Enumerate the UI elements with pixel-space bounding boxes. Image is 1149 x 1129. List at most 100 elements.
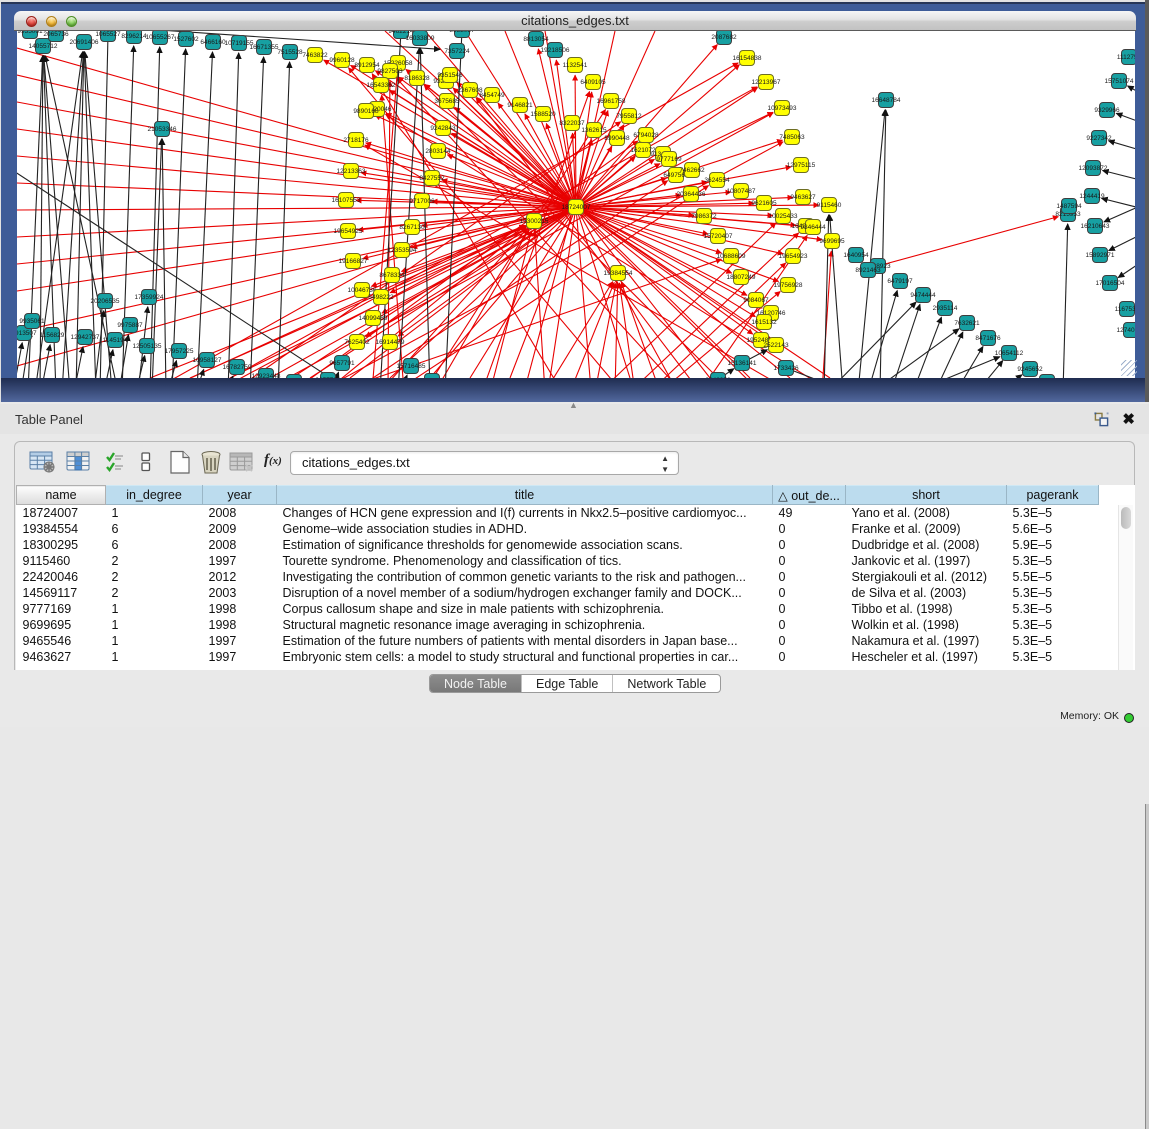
svg-text:9245652: 9245652: [1017, 366, 1043, 373]
svg-text:10807487: 10807487: [727, 188, 756, 195]
svg-text:7515528: 7515528: [277, 49, 303, 56]
svg-text:8267130: 8267130: [399, 224, 425, 231]
svg-text:9657791: 9657791: [329, 360, 355, 367]
svg-text:9935061: 9935061: [19, 318, 45, 325]
svg-text:19384554: 19384554: [604, 270, 633, 277]
svg-text:7463822: 7463822: [302, 52, 328, 59]
svg-text:8990448: 8990448: [604, 135, 630, 142]
svg-text:9146821: 9146821: [507, 102, 533, 109]
svg-text:1167533: 1167533: [1115, 306, 1135, 313]
svg-text:16033809: 16033809: [406, 35, 435, 42]
svg-text:1640954: 1640954: [843, 252, 869, 259]
svg-text:18807249: 18807249: [727, 274, 756, 281]
svg-text:9329966: 9329966: [1094, 107, 1120, 114]
svg-text:12213363: 12213363: [337, 168, 366, 175]
svg-text:1065527: 1065527: [95, 31, 121, 38]
svg-text:20206535: 20206535: [91, 298, 120, 305]
svg-text:12975115: 12975115: [787, 162, 816, 169]
svg-text:2718176: 2718176: [343, 137, 369, 144]
svg-text:2087682: 2087682: [711, 34, 737, 41]
svg-text:7986372: 7986372: [691, 213, 717, 220]
svg-text:9960128: 9960128: [329, 57, 355, 64]
svg-text:9935061: 9935061: [17, 31, 43, 35]
svg-text:3913507: 3913507: [17, 330, 37, 337]
svg-text:10688609: 10688609: [717, 253, 746, 260]
svg-text:9657791: 9657791: [315, 377, 341, 378]
svg-text:8921463: 8921463: [855, 267, 881, 274]
svg-text:21053346: 21053346: [148, 126, 177, 133]
svg-text:20364436: 20364436: [677, 191, 706, 198]
svg-text:17016504: 17016504: [1096, 280, 1125, 287]
svg-text:19654925: 19654925: [334, 228, 363, 235]
svg-text:15716485: 15716485: [397, 363, 426, 370]
svg-text:1145194: 1145194: [103, 337, 128, 344]
svg-text:9351546: 9351546: [437, 72, 463, 79]
svg-text:16543362: 16543362: [367, 82, 396, 89]
svg-text:16107553: 16107553: [332, 197, 361, 204]
svg-text:19218506: 19218506: [541, 47, 570, 54]
svg-text:6466160: 6466160: [200, 39, 226, 46]
svg-text:7485063: 7485063: [779, 134, 805, 141]
svg-text:8186328: 8186328: [404, 75, 430, 82]
svg-text:18724007: 18724007: [562, 204, 591, 211]
svg-text:16914479: 16914479: [376, 339, 405, 346]
svg-text:1527602: 1527602: [173, 36, 199, 43]
svg-text:15751074: 15751074: [1105, 78, 1134, 85]
svg-text:5498222: 5498222: [368, 294, 394, 301]
svg-text:9084067: 9084067: [743, 297, 769, 304]
svg-text:9777169: 9777169: [656, 156, 682, 163]
svg-text:12213967: 12213967: [752, 79, 781, 86]
svg-text:10654112: 10654112: [995, 350, 1024, 357]
svg-text:16961758: 16961758: [597, 98, 626, 105]
svg-text:1362615: 1362615: [581, 127, 607, 134]
svg-text:1244419: 1244419: [1079, 193, 1105, 200]
svg-text:8322037: 8322037: [559, 120, 585, 127]
svg-text:3675685: 3675685: [434, 98, 460, 105]
svg-text:8471676: 8471676: [975, 335, 1001, 342]
svg-text:9621605: 9621605: [751, 200, 777, 207]
svg-text:2803144: 2803144: [425, 148, 451, 155]
svg-text:19654923: 19654923: [779, 253, 808, 260]
svg-text:16671355: 16671355: [250, 44, 279, 51]
svg-text:6794028: 6794028: [633, 132, 659, 139]
svg-text:10046736: 10046736: [348, 287, 377, 294]
svg-text:8813054: 8813054: [523, 36, 549, 43]
svg-text:8678334: 8678334: [379, 272, 405, 279]
svg-text:12942737: 12942737: [71, 334, 100, 341]
svg-text:1487594: 1487594: [1056, 203, 1082, 210]
svg-text:17957225: 17957225: [165, 348, 194, 355]
svg-text:9474444: 9474444: [910, 292, 936, 299]
svg-text:15892971: 15892971: [1086, 252, 1115, 259]
svg-text:9463627: 9463627: [790, 194, 816, 201]
svg-text:8427552: 8427552: [419, 175, 445, 182]
svg-text:16648784: 16648784: [872, 97, 901, 104]
svg-text:16782759: 16782759: [223, 364, 252, 371]
svg-text:9975887: 9975887: [117, 322, 143, 329]
svg-text:9717006: 9717006: [409, 198, 435, 205]
svg-text:7632621: 7632621: [954, 320, 980, 327]
svg-text:9827503: 9827503: [377, 68, 403, 75]
svg-text:12923448: 12923448: [252, 373, 281, 378]
svg-text:15720407: 15720407: [704, 233, 733, 240]
svg-text:6409105: 6409105: [580, 79, 606, 86]
svg-text:1132541: 1132541: [563, 62, 588, 69]
svg-text:7462662: 7462662: [679, 167, 705, 174]
svg-text:12093872: 12093872: [1079, 165, 1108, 172]
svg-text:9227342: 9227342: [1086, 135, 1112, 142]
svg-text:9115460: 9115460: [817, 202, 842, 209]
svg-text:10025433: 10025433: [769, 213, 798, 220]
svg-text:12353594: 12353594: [388, 247, 417, 254]
svg-text:9699695: 9699695: [819, 238, 845, 245]
svg-text:10958127: 10958127: [193, 357, 222, 364]
svg-text:8632037: 8632037: [449, 31, 475, 34]
svg-text:19756928: 19756928: [774, 282, 803, 289]
svg-text:1733426: 1733426: [773, 365, 799, 372]
svg-text:12505135: 12505135: [133, 343, 162, 350]
svg-text:10973493: 10973493: [768, 105, 797, 112]
svg-text:8296214: 8296214: [121, 33, 147, 40]
svg-text:7625402: 7625402: [344, 339, 370, 346]
svg-text:20691406: 20691406: [70, 39, 99, 46]
svg-text:8912954: 8912954: [354, 62, 380, 69]
svg-text:17359924: 17359924: [135, 294, 164, 301]
svg-text:14055712: 14055712: [29, 43, 58, 50]
